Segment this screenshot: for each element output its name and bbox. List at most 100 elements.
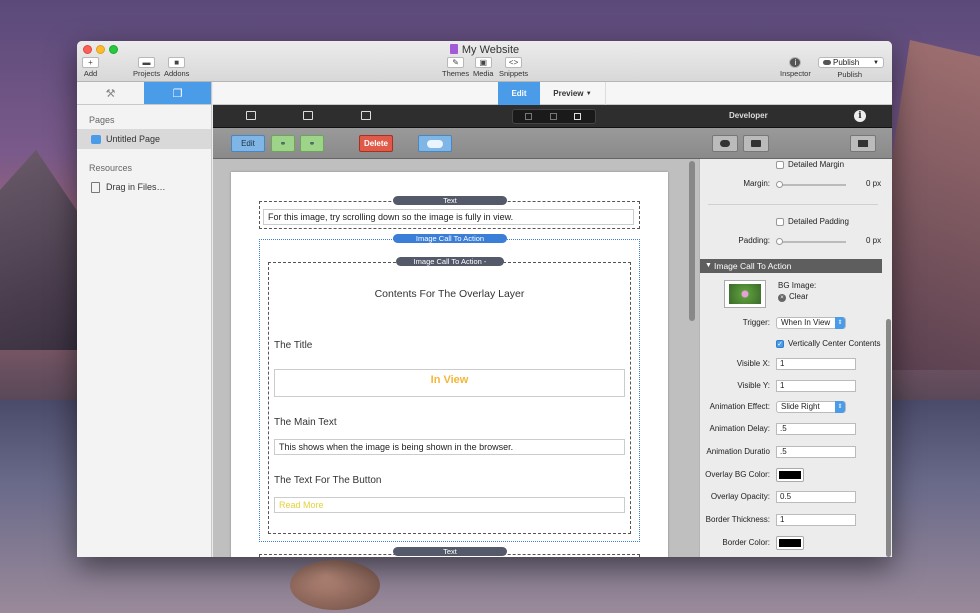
page-paper: Text For this image, try scrolling down … [231,172,668,557]
divider [708,204,878,205]
block-toolbar [213,105,406,128]
select-arrows-icon: ⇕ [835,401,845,413]
detailed-padding-checkbox[interactable] [776,218,784,226]
addons-icon: ■ [168,57,186,68]
sidebar-item-untitled-page[interactable]: Untitled Page [77,129,211,149]
cloud-toolbar [406,128,699,159]
sidebar-tabs: ⚒ ❐ [77,82,211,105]
wallpaper-rock [290,560,380,610]
wrench-icon: ⚒ [105,87,116,100]
clear-icon: × [778,294,786,302]
slider-knob[interactable] [776,238,783,245]
detailed-margin-checkbox[interactable] [776,161,784,169]
add-button[interactable]: + Add [82,57,99,78]
projects-label: Projects [133,69,161,78]
overlay-bg-color-label: Overlay BG Color: [705,470,770,479]
slider-knob[interactable] [776,181,783,188]
clear-bg-image-button[interactable]: × Clear [778,292,808,302]
padding-slider[interactable] [776,238,846,245]
lock-button[interactable] [743,135,769,152]
view-medium-icon[interactable] [550,113,557,120]
publish-label: Publish [837,70,862,79]
overlay-opacity-input[interactable]: 0.5 [776,491,856,503]
delete-button[interactable]: Delete [359,135,393,152]
margin-value: 0 px [866,179,882,188]
publish-button[interactable]: Publish ▼ [818,57,884,68]
text-block-tag[interactable]: Text [393,196,507,205]
download-button[interactable] [850,135,876,152]
chevron-down-icon: ▼ [873,60,879,66]
inspector-button[interactable]: i Inspector [780,57,811,78]
bottom-text-tag[interactable]: Text [393,547,507,556]
themes-icon: ✎ [447,57,465,68]
border-color-swatch[interactable] [776,536,804,550]
canvas-scrollbar[interactable] [689,161,695,321]
inspector-toolbar [699,128,892,159]
view-large-icon[interactable] [574,113,581,120]
margin-slider[interactable] [776,181,846,188]
info-icon[interactable]: i [854,110,866,122]
flower-image [729,284,761,304]
window-title: My Website [77,44,892,56]
vertical-center-label: Vertically Center Contents [788,339,881,348]
sidebar-item-drag-files[interactable]: Drag in Files… [77,177,211,197]
image-icon[interactable] [361,111,371,120]
link-icon: ⚭ [279,139,287,148]
image-call-to-action-tag[interactable]: Image Call To Action [393,234,507,243]
border-thickness-input[interactable]: 1 [776,514,856,526]
select-arrows-icon: ⇕ [835,317,845,329]
section-image-call-to-action[interactable]: ▼ Image Call To Action [700,259,882,273]
overlay-layer-block[interactable] [268,262,631,534]
layout-icon[interactable] [303,111,313,120]
overlay-layer-tag[interactable]: Image Call To Action - [396,257,504,266]
title-label: The Title [274,340,313,351]
code-icon: <> [505,57,523,68]
view-small-icon[interactable] [525,113,532,120]
tab-pages[interactable]: ❐ [144,82,211,104]
vertical-center-checkbox[interactable]: ✓ [776,340,784,348]
visible-x-label: Visible X: [736,359,770,368]
tab-tools[interactable]: ⚒ [77,82,144,104]
file-icon [91,181,100,193]
bg-image-thumbnail[interactable] [724,280,766,308]
unlink-icon: ⚭ [308,139,316,148]
animation-effect-select[interactable]: Slide Right ⇕ [776,401,846,413]
title-value: In View [430,374,469,386]
visible-x-input[interactable]: 1 [776,358,856,370]
title-field[interactable]: In View [274,369,625,397]
animation-duration-label: Animation Duratio [706,447,770,456]
projects-button[interactable]: ▬ Projects [133,57,160,78]
view-size-segmented[interactable] [512,109,596,124]
resources-header: Resources [89,163,133,173]
page-icon [91,134,101,144]
themes-button[interactable]: ✎ Themes [442,57,469,78]
animation-duration-input[interactable]: .5 [776,446,856,458]
trigger-value: When In View [781,318,831,327]
page-canvas[interactable]: Text For this image, try scrolling down … [213,159,699,557]
disclosure-triangle-icon: ▼ [705,262,712,269]
trigger-select[interactable]: When In View ⇕ [776,317,846,329]
link-button[interactable]: ⚭ [271,135,295,152]
visibility-button[interactable] [712,135,738,152]
chevron-down-icon: ▼ [585,90,592,97]
media-icon: ▣ [474,57,492,68]
addons-button[interactable]: ■ Addons [164,57,189,78]
edit-button-label: Edit [241,139,255,148]
text-block-content[interactable]: For this image, try scrolling down so th… [263,209,634,225]
window-title-text: My Website [461,44,520,56]
edit-button[interactable]: Edit [231,135,265,152]
box-icon[interactable] [246,111,256,120]
media-button[interactable]: ▣ Media [473,57,493,78]
unlink-button[interactable]: ⚭ [300,135,324,152]
cloud-button[interactable] [418,135,452,152]
overlay-bg-color-swatch[interactable] [776,468,804,482]
visible-y-input[interactable]: 1 [776,380,856,392]
preview-mode-button[interactable]: Preview ▼ [540,82,606,105]
main-text-field[interactable]: This shows when the image is being shown… [274,439,625,455]
inspector-scrollbar[interactable] [886,319,891,557]
snippets-button[interactable]: <> Snippets [499,57,528,78]
animation-delay-input[interactable]: .5 [776,423,856,435]
padding-value: 0 px [866,236,882,245]
button-text-field[interactable]: Read More [274,497,625,513]
edit-mode-button[interactable]: Edit [498,82,540,105]
